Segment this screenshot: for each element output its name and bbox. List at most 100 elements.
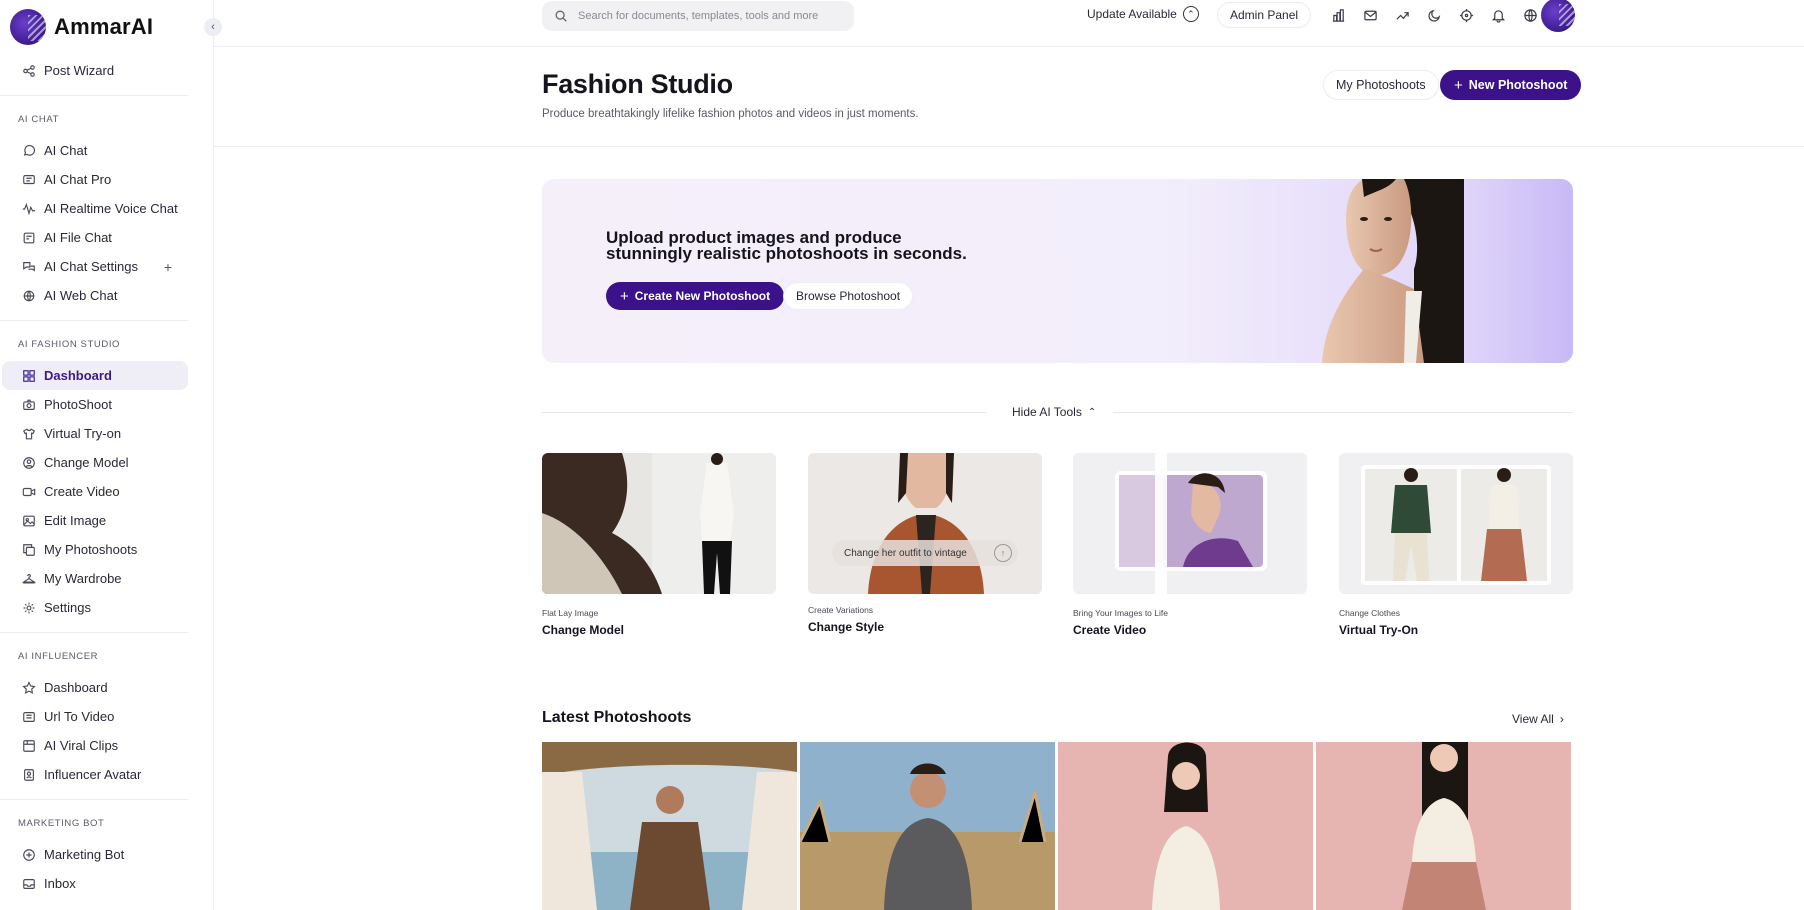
- update-available-button[interactable]: Update Available ⌃: [1087, 6, 1199, 22]
- avatar-icon: [22, 768, 36, 782]
- view-all-label: View All: [1512, 712, 1554, 726]
- file-icon: [22, 231, 36, 245]
- sidebar-item-ai-viral-clips[interactable]: AI Viral Clips: [2, 731, 188, 760]
- sidebar-item-inbox[interactable]: Inbox: [2, 869, 188, 898]
- arrow-up-icon[interactable]: ↑: [994, 544, 1012, 562]
- copy-icon: [22, 543, 36, 557]
- sidebar-item-label: AI Web Chat: [44, 288, 118, 303]
- prompt-input[interactable]: Change her outfit to vintage ↑: [832, 540, 1018, 566]
- moon-icon[interactable]: [1418, 5, 1450, 25]
- brand[interactable]: AmmarAI: [10, 8, 153, 46]
- sidebar-item-ai-chat-pro[interactable]: AI Chat Pro: [2, 165, 188, 194]
- sidebar-item-label: Create Video: [44, 484, 120, 499]
- sidebar-item-my-wardrobe[interactable]: My Wardrobe: [2, 564, 188, 593]
- chat-bubble-icon: [22, 144, 36, 158]
- expand-plus-icon[interactable]: +: [164, 259, 172, 275]
- video-icon: [22, 485, 36, 499]
- hero-banner: Upload product images and produce stunni…: [542, 179, 1573, 363]
- section-heading-ai-chat: AI CHAT: [18, 113, 59, 125]
- sidebar-item-ai-chat[interactable]: AI Chat: [2, 136, 188, 165]
- sidebar-item-ai-realtime-voice-chat[interactable]: AI Realtime Voice Chat: [2, 194, 188, 223]
- bell-icon[interactable]: [1482, 5, 1514, 25]
- create-new-photoshoot-label: Create New Photoshoot: [634, 289, 771, 303]
- sidebar-item-ai-web-chat[interactable]: AI Web Chat: [2, 281, 188, 310]
- search-input[interactable]: [578, 10, 838, 22]
- topbar: Update Available ⌃ Admin Panel: [214, 0, 1804, 47]
- sidebar-item-influencer-dashboard[interactable]: Dashboard: [2, 673, 188, 702]
- sidebar-item-label: AI Chat: [44, 143, 88, 158]
- sidebar-item-my-photoshoots[interactable]: My Photoshoots: [2, 535, 188, 564]
- bot-icon: [22, 848, 36, 862]
- tool-caption: Bring Your Images to Life: [1073, 608, 1168, 618]
- update-label: Update Available: [1087, 7, 1177, 21]
- shirt-icon: [22, 427, 36, 441]
- sidebar-item-virtual-try-on[interactable]: Virtual Try-on: [2, 419, 188, 448]
- sidebar-item-url-to-video[interactable]: Url To Video: [2, 702, 188, 731]
- chevron-up-icon: ⌃: [1087, 406, 1097, 418]
- photoshoot-thumbnail[interactable]: [1316, 742, 1571, 910]
- page-title: Fashion Studio: [542, 69, 733, 99]
- photoshoot-thumbnail[interactable]: [542, 742, 797, 910]
- tool-title: Change Style: [808, 620, 885, 634]
- search-bar[interactable]: [542, 1, 854, 31]
- sidebar-item-create-video[interactable]: Create Video: [2, 477, 188, 506]
- inbox-icon: [22, 877, 36, 891]
- create-video-image: [1073, 453, 1307, 594]
- latest-photoshoots-title: Latest Photoshoots: [542, 709, 692, 726]
- hide-ai-tools-toggle[interactable]: Hide AI Tools ⌃: [1012, 405, 1096, 419]
- prompt-text: Change her outfit to vintage: [844, 547, 967, 559]
- sidebar-item-ai-chat-settings[interactable]: AI Chat Settings +: [2, 252, 188, 281]
- sidebar-item-marketing-bot[interactable]: Marketing Bot: [2, 840, 188, 869]
- camera-icon: [22, 398, 36, 412]
- tool-caption: Change Clothes: [1339, 608, 1400, 618]
- sidebar-item-label: Dashboard: [44, 680, 108, 695]
- trending-icon[interactable]: [1386, 5, 1418, 25]
- tool-card-virtual-try-on[interactable]: Change Clothes Virtual Try-On: [1339, 453, 1573, 637]
- browse-photoshoot-button[interactable]: Browse Photoshoot: [783, 282, 914, 310]
- sidebar-item-label: My Wardrobe: [44, 571, 122, 586]
- tool-title: Create Video: [1073, 623, 1147, 637]
- mail-icon[interactable]: [1354, 5, 1386, 25]
- sidebar-collapse-button[interactable]: ‹: [204, 18, 222, 36]
- sidebar-item-label: AI Chat Pro: [44, 172, 112, 187]
- sidebar-item-label: Dashboard: [44, 368, 112, 383]
- change-style-image-frame: Change her outfit to vintage ↑: [808, 453, 1042, 594]
- tool-card-change-style[interactable]: Change her outfit to vintage ↑ Create Va…: [808, 453, 1042, 634]
- sidebar-item-photoshoot[interactable]: PhotoShoot: [2, 390, 188, 419]
- user-avatar[interactable]: [1541, 0, 1575, 32]
- my-photoshoots-button[interactable]: My Photoshoots: [1323, 70, 1439, 100]
- sidebar-item-label: Post Wizard: [44, 63, 115, 78]
- admin-panel-button[interactable]: Admin Panel: [1217, 2, 1312, 28]
- sidebar-item-post-wizard[interactable]: Post Wizard: [2, 56, 188, 85]
- new-photoshoot-button[interactable]: + New Photoshoot: [1440, 70, 1582, 100]
- sidebar-item-label: AI Viral Clips: [44, 738, 119, 753]
- sidebar-item-ai-file-chat[interactable]: AI File Chat: [2, 223, 188, 252]
- change-style-image: [808, 453, 1042, 594]
- section-heading-ai-fashion-studio: AI FASHION STUDIO: [18, 338, 121, 350]
- chevron-left-icon: ‹: [211, 21, 215, 33]
- tool-caption: Flat Lay Image: [542, 608, 599, 618]
- user-circle-icon: [22, 456, 36, 470]
- sidebar-item-change-model[interactable]: Change Model: [2, 448, 188, 477]
- photoshoot-thumbnail[interactable]: [800, 742, 1055, 910]
- chevron-up-circle-icon: ⌃: [1182, 6, 1199, 22]
- sidebar-item-edit-image[interactable]: Edit Image: [2, 506, 188, 535]
- view-all-link[interactable]: View All ›: [1512, 712, 1564, 726]
- sidebar-item-label: Influencer Avatar: [44, 767, 142, 782]
- sidebar-item-label: AI File Chat: [44, 230, 112, 245]
- sidebar-item-settings[interactable]: Settings: [2, 593, 188, 622]
- sidebar: AmmarAI Post Wizard AI CHAT AI Chat AI C…: [0, 0, 214, 910]
- globe-chat-icon: [22, 289, 36, 303]
- photoshoot-thumbnail[interactable]: [1058, 742, 1313, 910]
- sidebar-item-influencer-avatar[interactable]: Influencer Avatar: [2, 760, 188, 789]
- sidebar-item-label: Edit Image: [44, 513, 107, 528]
- sidebar-item-dashboard[interactable]: Dashboard: [2, 361, 188, 390]
- affiliate-icon[interactable]: [1322, 5, 1354, 25]
- sidebar-item-label: AI Realtime Voice Chat: [44, 201, 178, 216]
- tool-card-create-video[interactable]: Bring Your Images to Life Create Video: [1073, 453, 1307, 637]
- image-edit-icon: [22, 514, 36, 528]
- link-video-icon: [22, 710, 36, 724]
- create-new-photoshoot-button[interactable]: + Create New Photoshoot: [606, 282, 785, 310]
- tool-card-change-model[interactable]: Flat Lay Image Change Model: [542, 453, 776, 637]
- crosshair-icon[interactable]: [1450, 5, 1482, 25]
